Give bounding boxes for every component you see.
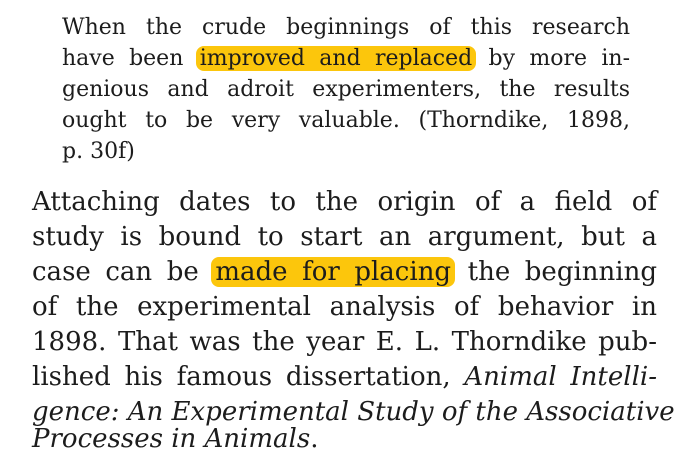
paragraph-line-6: lished his famous dissertation, Animal I… (32, 362, 657, 392)
highlight-improved-and-replaced[interactable]: improved and replaced (195, 46, 477, 71)
highlight-made-for-placing[interactable]: made for placing (211, 257, 456, 287)
quote-line-4: ought to be very valuable. (Thorndike, 1… (62, 108, 630, 133)
paragraph-line-1: Attaching dates to the origin of a field… (32, 187, 657, 217)
quote-line-1: When the crude beginnings of this resear… (62, 15, 630, 40)
paragraph-line-5: 1898. That was the year E. L. Thorndike … (32, 327, 657, 357)
quote-line-5: p. 30f) (62, 139, 135, 164)
paragraph-line-4: of the experimental analysis of behavior… (32, 292, 657, 322)
paragraph-line-2: study is bound to start an argument, but… (32, 222, 657, 252)
book-title-italic: Animal Intelli- (464, 362, 657, 392)
paragraph-line-3: case can be made for placing the beginni… (32, 257, 657, 287)
document-page: When the crude beginnings of this resear… (0, 0, 685, 459)
paragraph-line-8: Processes in Animals. (32, 424, 319, 454)
quote-line-2: have been improved and replaced by more … (62, 46, 631, 71)
quote-line-3: genious and adroit experimenters, the re… (62, 77, 630, 102)
